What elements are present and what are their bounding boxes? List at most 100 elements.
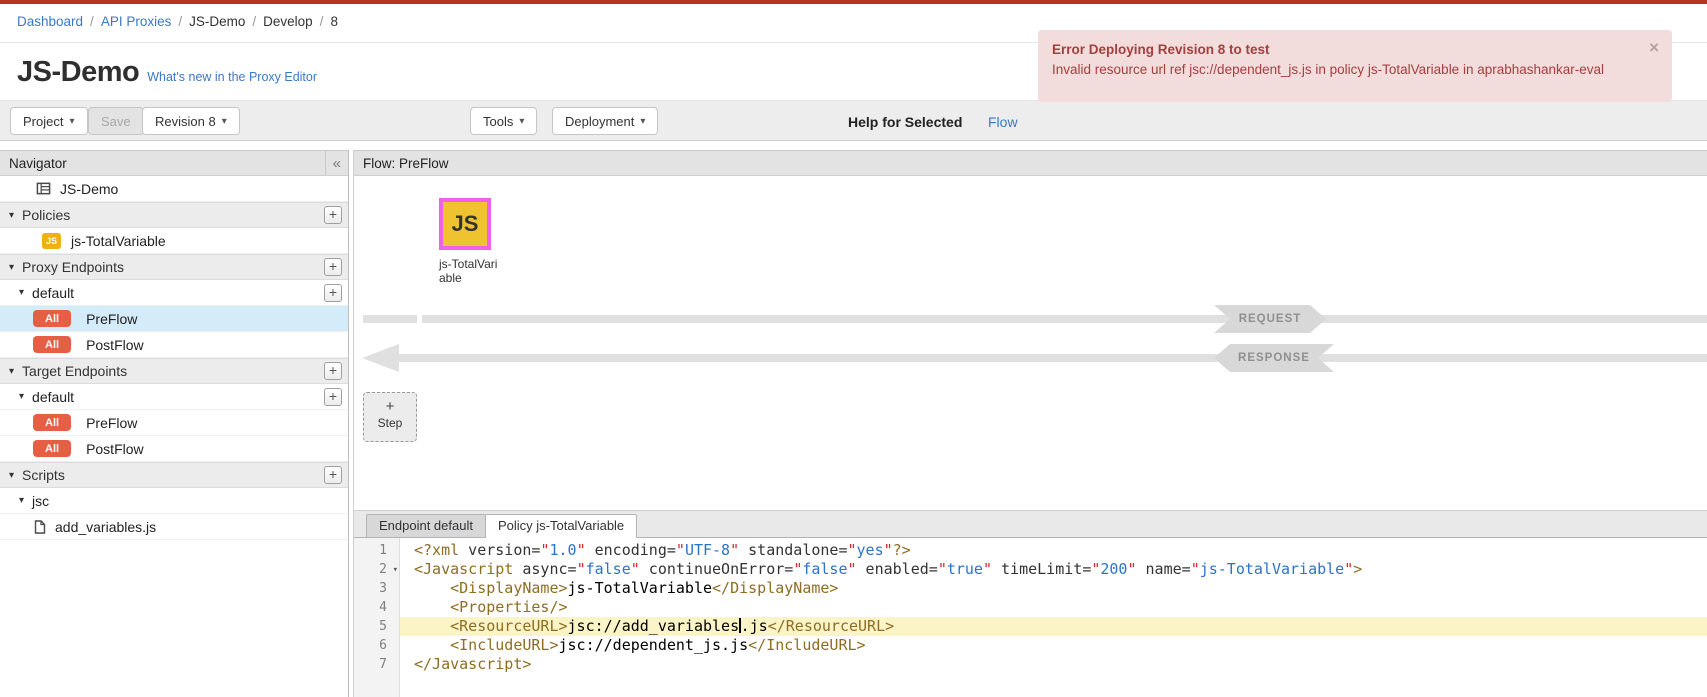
nav-item-preflow[interactable]: AllPreFlow [0, 410, 348, 436]
code-text[interactable]: </Javascript> [400, 655, 1707, 674]
line-number: 4 [354, 598, 400, 617]
toolbar: Project ▾ Save Revision 8 ▾ Tools ▾ Depl… [0, 100, 1707, 141]
code-text[interactable]: <DisplayName>js-TotalVariable</DisplayNa… [400, 579, 1707, 598]
code-text[interactable]: <?xml version="1.0" encoding="UTF-8" sta… [400, 541, 1707, 560]
code-lines: 1<?xml version="1.0" encoding="UTF-8" st… [354, 538, 1707, 674]
add-step-label: Step [364, 416, 416, 430]
breadcrumb-item-api-proxies[interactable]: API Proxies [101, 14, 172, 29]
fold-marker-icon[interactable]: ▾ [393, 561, 398, 580]
deployment-button[interactable]: Deployment ▾ [552, 107, 658, 135]
nav-item-postflow[interactable]: AllPostFlow [0, 436, 348, 462]
add-button[interactable]: + [324, 466, 342, 484]
nav-item-default[interactable]: ▾ default + [0, 384, 348, 410]
line-number: 7 [354, 655, 400, 674]
code-text[interactable]: <Properties/> [400, 598, 1707, 617]
editor-tab-policy-js-totalvariable[interactable]: Policy js-TotalVariable [485, 514, 637, 538]
tools-button[interactable]: Tools ▾ [470, 107, 537, 135]
code-line-6[interactable]: 6 <IncludeURL>jsc://dependent_js.js</Inc… [354, 636, 1707, 655]
response-arrow-icon [362, 344, 399, 372]
revision-button-label: Revision 8 [155, 114, 216, 129]
code-line-3[interactable]: 3 <DisplayName>js-TotalVariable</Display… [354, 579, 1707, 598]
add-step-button[interactable]: + Step [363, 392, 417, 442]
code-line-4[interactable]: 4 <Properties/> [354, 598, 1707, 617]
line-number: 3 [354, 579, 400, 598]
all-conditions-badge: All [33, 336, 71, 353]
caret-down-icon[interactable]: ▾ [9, 366, 14, 377]
whats-new-link[interactable]: What's new in the Proxy Editor [147, 70, 317, 84]
caret-down-icon[interactable]: ▾ [19, 391, 24, 402]
title-row: JS-Demo What's new in the Proxy Editor [17, 56, 317, 89]
line-number: 5 [354, 617, 400, 636]
code-text[interactable]: <Javascript async="false" continueOnErro… [400, 560, 1707, 579]
collapse-panel-icon[interactable]: « [325, 151, 348, 175]
add-button[interactable]: + [324, 284, 342, 302]
caret-down-icon[interactable]: ▾ [9, 262, 14, 273]
nav-item-label: PostFlow [86, 337, 144, 353]
add-button[interactable]: + [324, 362, 342, 380]
flow-panel: Flow: PreFlow JS js-TotalVariable REQUES… [353, 150, 1707, 697]
add-button[interactable]: + [324, 388, 342, 406]
nav-item-jsc[interactable]: ▾jsc [0, 488, 348, 514]
deployment-error-alert: Error Deploying Revision 8 to test Inval… [1038, 30, 1672, 102]
javascript-policy-icon[interactable]: JS [439, 198, 491, 250]
line-number: 1 [354, 541, 400, 560]
nav-item-label: Policies [22, 207, 70, 223]
response-flow-line [398, 354, 1707, 362]
tools-button-label: Tools [483, 114, 513, 129]
code-area[interactable]: 1<?xml version="1.0" encoding="UTF-8" st… [354, 538, 1707, 697]
close-icon[interactable]: × [1649, 39, 1659, 56]
nav-item-preflow[interactable]: All PreFlow [0, 306, 348, 332]
code-text[interactable]: <IncludeURL>jsc://dependent_js.js</Inclu… [400, 636, 1707, 655]
code-editor: Endpoint defaultPolicy js-TotalVariable … [354, 510, 1707, 697]
nav-item-label: add_variables.js [55, 519, 156, 535]
caret-down-icon[interactable]: ▾ [19, 495, 24, 506]
nav-item-label: Target Endpoints [22, 363, 127, 379]
policy-step-js-totalvariable[interactable]: JS js-TotalVariable [439, 198, 501, 286]
help-for-selected-label: Help for Selected [848, 114, 962, 130]
revision-button[interactable]: Revision 8 ▾ [142, 107, 240, 135]
request-flow-line-start [363, 315, 417, 323]
code-line-7[interactable]: 7</Javascript> [354, 655, 1707, 674]
breadcrumb-separator: / [90, 14, 94, 29]
proxy-icon [36, 181, 51, 196]
chevron-down-icon: ▾ [640, 116, 645, 127]
nav-item-label: PreFlow [86, 311, 137, 327]
nav-item-js-demo[interactable]: JS-Demo [0, 176, 348, 202]
caret-down-icon[interactable]: ▾ [9, 210, 14, 221]
flow-help-link[interactable]: Flow [988, 114, 1018, 130]
nav-item-scripts[interactable]: ▾ Scripts + [0, 462, 348, 488]
request-flow-line [422, 315, 1707, 323]
code-line-1[interactable]: 1<?xml version="1.0" encoding="UTF-8" st… [354, 541, 1707, 560]
add-button[interactable]: + [324, 258, 342, 276]
nav-item-label: default [32, 285, 74, 301]
code-line-2[interactable]: 2▾<Javascript async="false" continueOnEr… [354, 560, 1707, 579]
add-button[interactable]: + [324, 206, 342, 224]
all-conditions-badge: All [33, 310, 71, 327]
flow-canvas: JS js-TotalVariable REQUEST RESPONSE + S… [354, 176, 1707, 510]
breadcrumb-separator: / [178, 14, 182, 29]
caret-down-icon[interactable]: ▾ [19, 287, 24, 298]
code-line-5[interactable]: 5 <ResourceURL>jsc://add_variables.js</R… [354, 617, 1707, 636]
caret-down-icon[interactable]: ▾ [9, 470, 14, 481]
js-policy-badge: JS [42, 233, 61, 249]
nav-item-label: Scripts [22, 467, 65, 483]
nav-item-postflow[interactable]: All PostFlow [0, 332, 348, 358]
nav-item-proxy-endpoints[interactable]: ▾Proxy Endpoints+ [0, 254, 348, 280]
deployment-button-label: Deployment [565, 114, 634, 129]
nav-item-default[interactable]: ▾ default + [0, 280, 348, 306]
nav-item-js-totalvariable[interactable]: JSjs-TotalVariable [0, 228, 348, 254]
navigator-tree: JS-Demo ▾ Policies + JSjs-TotalVariable▾Prox… [0, 176, 348, 540]
nav-item-label: default [32, 389, 74, 405]
code-text[interactable]: <ResourceURL>jsc://add_variables.js</Res… [400, 617, 1707, 636]
project-button[interactable]: Project ▾ [10, 107, 88, 135]
breadcrumb-item-8: 8 [330, 14, 338, 29]
flow-title: Flow: PreFlow [363, 156, 449, 171]
nav-item-policies[interactable]: ▾ Policies + [0, 202, 348, 228]
editor-tab-endpoint-default[interactable]: Endpoint default [366, 514, 486, 537]
flow-header: Flow: PreFlow [354, 150, 1707, 176]
save-button[interactable]: Save [88, 107, 144, 135]
nav-item-target-endpoints[interactable]: ▾ Target Endpoints + [0, 358, 348, 384]
breadcrumb-separator: / [320, 14, 324, 29]
nav-item-add-variables-js[interactable]: add_variables.js [0, 514, 348, 540]
breadcrumb-item-dashboard[interactable]: Dashboard [17, 14, 83, 29]
